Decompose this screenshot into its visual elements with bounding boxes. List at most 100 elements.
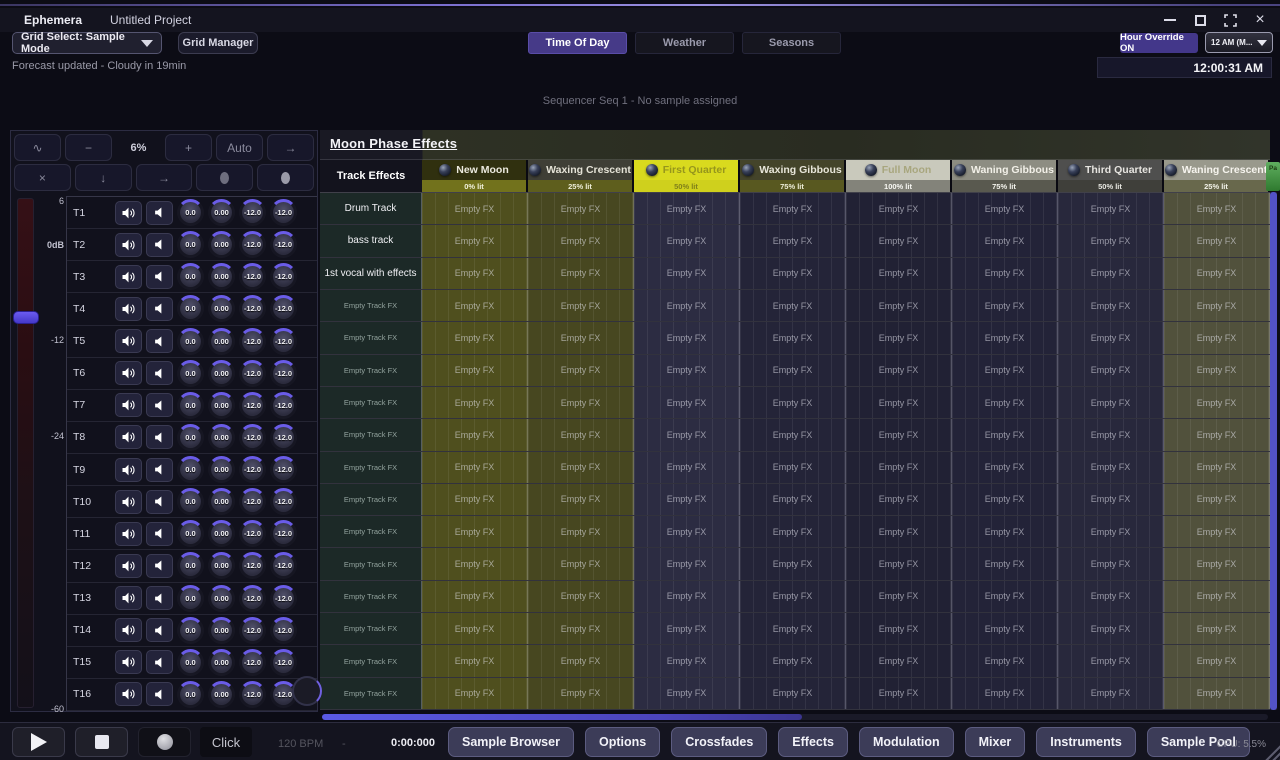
effect-cell[interactable]: Empty FX <box>1164 516 1270 547</box>
effect-cell[interactable]: Empty FX <box>422 548 528 579</box>
effect-cell[interactable]: Empty FX <box>1164 678 1270 709</box>
crossfades-button[interactable]: Crossfades <box>671 727 767 757</box>
effect-cell[interactable]: Empty FX <box>952 355 1058 386</box>
track-volume-button[interactable] <box>115 586 142 610</box>
track-mute-button[interactable] <box>146 329 173 353</box>
knob[interactable]: -12.0 <box>270 199 297 226</box>
effects-button[interactable]: Effects <box>778 727 848 757</box>
knob[interactable]: 0.00 <box>208 360 235 387</box>
track-effects-name[interactable]: bass track <box>320 225 422 256</box>
track-mute-button[interactable] <box>146 233 173 257</box>
effect-cell[interactable]: Empty FX <box>422 322 528 353</box>
effect-cell[interactable]: Empty FX <box>952 581 1058 612</box>
knob[interactable]: -12.0 <box>239 199 266 226</box>
effect-cell[interactable]: Empty FX <box>634 516 740 547</box>
effect-cell[interactable]: Empty FX <box>952 484 1058 515</box>
effect-cell[interactable]: Empty FX <box>740 613 846 644</box>
effect-cell[interactable]: Empty FX <box>528 322 634 353</box>
effect-cell[interactable]: Empty FX <box>952 452 1058 483</box>
track-mute-button[interactable] <box>146 682 173 706</box>
effect-cell[interactable]: Empty FX <box>422 484 528 515</box>
effect-cell[interactable]: Empty FX <box>422 452 528 483</box>
effect-cell[interactable]: Empty FX <box>528 258 634 289</box>
effect-cell[interactable]: Empty FX <box>528 516 634 547</box>
effect-cell[interactable]: Empty FX <box>740 290 846 321</box>
track-effects-name[interactable]: Empty Track FX <box>320 645 422 676</box>
mixer-button[interactable]: Mixer <box>965 727 1026 757</box>
effect-cell[interactable]: Empty FX <box>1058 225 1164 256</box>
knob[interactable]: 0.0 <box>177 585 204 612</box>
phase-column-header[interactable]: Full Moon 100% lit <box>846 160 952 192</box>
effect-cell[interactable]: Empty FX <box>952 258 1058 289</box>
effect-cell[interactable]: Empty FX <box>740 322 846 353</box>
knob[interactable]: 0.00 <box>208 231 235 258</box>
track-volume-button[interactable] <box>115 361 142 385</box>
knob[interactable]: 0.0 <box>177 424 204 451</box>
knob[interactable]: -12.0 <box>239 231 266 258</box>
effect-cell[interactable]: Empty FX <box>1164 645 1270 676</box>
effect-cell[interactable]: Empty FX <box>952 516 1058 547</box>
effect-cell[interactable]: Empty FX <box>1058 484 1164 515</box>
track-effects-name[interactable]: Empty Track FX <box>320 581 422 612</box>
effect-cell[interactable]: Empty FX <box>740 581 846 612</box>
effect-cell[interactable]: Empty FX <box>740 645 846 676</box>
effect-cell[interactable]: Empty FX <box>952 225 1058 256</box>
knob[interactable]: 0.0 <box>177 488 204 515</box>
effect-cell[interactable]: Empty FX <box>1058 645 1164 676</box>
track-volume-button[interactable] <box>115 522 142 546</box>
effect-cell[interactable]: Empty FX <box>846 678 952 709</box>
effect-cell[interactable]: Empty FX <box>846 419 952 450</box>
effect-cell[interactable]: Empty FX <box>1164 581 1270 612</box>
knob[interactable]: -12.0 <box>239 263 266 290</box>
effect-cell[interactable]: Empty FX <box>528 581 634 612</box>
track-volume-button[interactable] <box>115 297 142 321</box>
modulation-button[interactable]: Modulation <box>859 727 954 757</box>
effect-cell[interactable]: Empty FX <box>952 387 1058 418</box>
effect-cell[interactable]: Empty FX <box>846 484 952 515</box>
track-mute-button[interactable] <box>146 554 173 578</box>
hour-select-dropdown[interactable]: 12 AM (M... <box>1205 32 1273 53</box>
oval-tool-button-1[interactable] <box>196 164 253 191</box>
effect-cell[interactable]: Empty FX <box>1164 548 1270 579</box>
effect-cell[interactable]: Empty FX <box>846 452 952 483</box>
effect-cell[interactable]: Empty FX <box>422 193 528 224</box>
knob[interactable]: 0.0 <box>177 231 204 258</box>
effect-cell[interactable]: Empty FX <box>1058 322 1164 353</box>
knob[interactable]: -12.0 <box>270 360 297 387</box>
track-effects-name[interactable]: Empty Track FX <box>320 322 422 353</box>
track-mute-button[interactable] <box>146 650 173 674</box>
arrow-right-button[interactable]: → <box>267 134 314 161</box>
knob[interactable]: 0.00 <box>208 263 235 290</box>
phase-column-header[interactable]: Waxing Gibbous 75% lit <box>740 160 846 192</box>
track-effects-name[interactable]: Empty Track FX <box>320 452 422 483</box>
effect-cell[interactable]: Empty FX <box>634 387 740 418</box>
knob[interactable]: -12.0 <box>270 263 297 290</box>
play-button[interactable] <box>12 727 65 757</box>
track-effects-name[interactable]: Empty Track FX <box>320 548 422 579</box>
track-effects-name[interactable]: Empty Track FX <box>320 355 422 386</box>
effect-cell[interactable]: Empty FX <box>1058 613 1164 644</box>
effect-cell[interactable]: Empty FX <box>1164 193 1270 224</box>
phase-column-header[interactable]: New Moon 0% lit <box>422 160 528 192</box>
knob[interactable]: -12.0 <box>270 456 297 483</box>
knob[interactable]: 0.00 <box>208 617 235 644</box>
knob[interactable]: 0.0 <box>177 552 204 579</box>
knob[interactable]: -12.0 <box>270 649 297 676</box>
effect-cell[interactable]: Empty FX <box>634 355 740 386</box>
track-volume-button[interactable] <box>115 233 142 257</box>
knob[interactable]: 0.00 <box>208 552 235 579</box>
effect-cell[interactable]: Empty FX <box>846 516 952 547</box>
options-button[interactable]: Options <box>585 727 660 757</box>
close-button[interactable]: × <box>1250 11 1270 29</box>
track-effects-name[interactable]: Empty Track FX <box>320 678 422 709</box>
effect-cell[interactable]: Empty FX <box>740 387 846 418</box>
track-effects-name[interactable]: Empty Track FX <box>320 613 422 644</box>
track-volume-button[interactable] <box>115 393 142 417</box>
effect-cell[interactable]: Empty FX <box>528 419 634 450</box>
knob[interactable]: -12.0 <box>239 424 266 451</box>
knob[interactable]: -12.0 <box>239 649 266 676</box>
phase-column-header[interactable]: Waxing Crescent 25% lit <box>528 160 634 192</box>
effect-cell[interactable]: Empty FX <box>634 678 740 709</box>
knob[interactable]: -12.0 <box>270 552 297 579</box>
effect-cell[interactable]: Empty FX <box>846 258 952 289</box>
